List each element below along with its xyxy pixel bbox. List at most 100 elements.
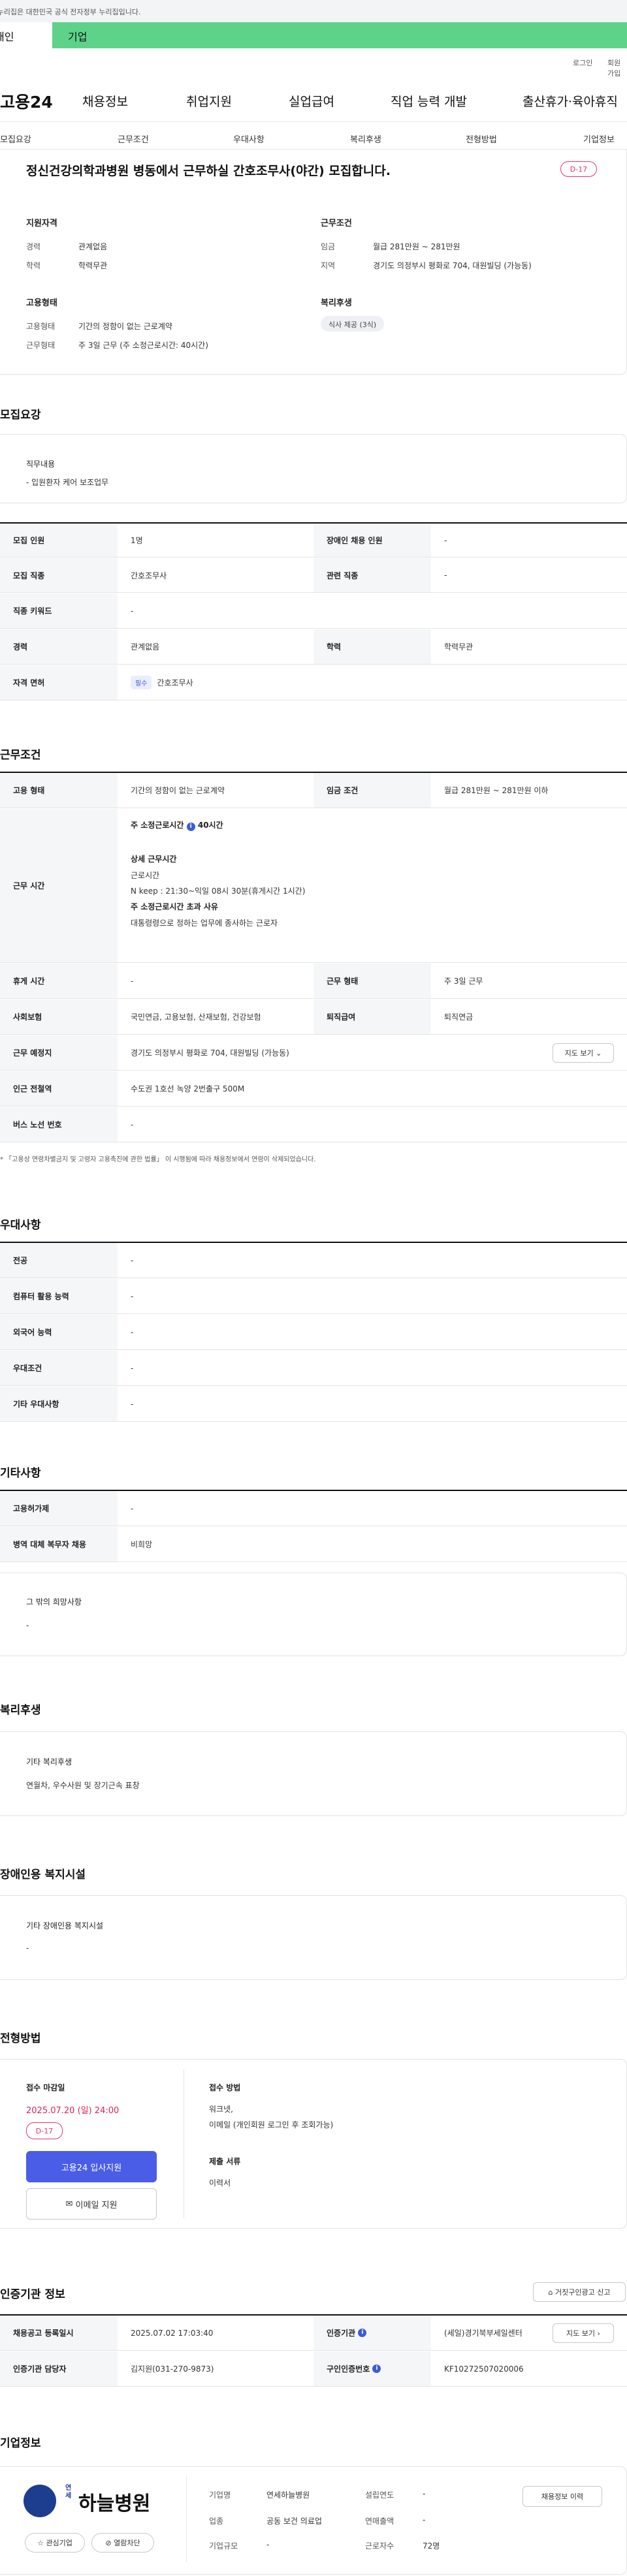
table-row: 외국어 능력 - [0, 1315, 627, 1350]
favorite-company-button[interactable]: ☆ 관심기업 [25, 2533, 85, 2552]
age-note: * 「고용상 연령차별금지 및 고령자 고용촉진에 관한 법률」 이 시행됨에 … [0, 1156, 316, 1163]
anchor-company[interactable]: 기업정보 [583, 133, 615, 145]
cert-map-button[interactable]: 지도 보기 › [553, 2323, 614, 2343]
email-apply-button[interactable]: ✉ 이메일 지원 [26, 2188, 157, 2220]
table-row: 우대조건 - [0, 1351, 627, 1386]
region-value: 경기도 의정부시 평화로 704, 대원빌딩 (가능동) [373, 261, 532, 270]
etc-wish-value: - [26, 1621, 29, 1630]
work-form-value: 주 3일 근무 (주 소정근로시간: 40시간) [78, 341, 208, 350]
td: 수도권 1호선 녹양 2번출구 500M [131, 1084, 245, 1093]
company-name-value: 연세하늘병원 [266, 2490, 310, 2500]
qual-title: 지원자격 [26, 219, 57, 228]
td: (세일)경기북부세일센터 [444, 2329, 522, 2338]
weekly-hours-label: 주 소정근로시간 i 40시간 [131, 821, 223, 831]
th: 모집 직종 [0, 558, 118, 592]
member-type-tabs [0, 22, 627, 48]
signup-link[interactable]: 회원가입 [607, 57, 627, 78]
th: 병역 대체 복무자 채용 [0, 1527, 118, 1562]
apply-button[interactable]: 고용24 입사지원 [26, 2151, 157, 2182]
report-fake-ad-button[interactable]: ⌂ 거짓구인광고 신고 [533, 2282, 626, 2302]
hiring-history-button[interactable]: 채용정보 이력 [522, 2486, 602, 2507]
th: 구인인증번호 i [314, 2351, 431, 2386]
th: 근무 예정지 [0, 1035, 118, 1070]
section-title-company: 기업정보 [0, 2437, 41, 2450]
td: - [131, 1503, 134, 1513]
section-title-disability: 장애인용 복지시설 [0, 1868, 86, 1881]
td: 김지원(031-270-9873) [131, 2364, 214, 2374]
gnb-vocational-training[interactable]: 직업 능력 개발 [391, 92, 467, 110]
td: - [131, 606, 134, 616]
company-divider [186, 2477, 187, 2562]
anchor-welfare[interactable]: 복리후생 [350, 133, 381, 145]
table-row: 휴게 시간 - 근무 형태 주 3일 근무 [0, 964, 627, 999]
td: - [131, 1255, 134, 1265]
anchor-work[interactable]: 근무조건 [118, 133, 149, 145]
info-icon[interactable]: i [372, 2364, 381, 2373]
th: 근무 시간 [0, 809, 118, 962]
work-form-label: 근무형태 [26, 341, 56, 350]
block-view-button[interactable]: ⊘ 열람차단 [91, 2533, 154, 2552]
table-row: 기타 우대사항 - [0, 1387, 627, 1422]
license-value: 간호조무사 [157, 678, 193, 687]
mail-icon: ✉ [65, 2199, 73, 2209]
td: - [444, 571, 447, 580]
th: 채용공고 등록일시 [0, 2316, 118, 2350]
region-label: 지역 [321, 261, 336, 270]
method-value-1: 워크넷, [209, 2105, 233, 2114]
gnb-employment-support[interactable]: 취업지원 [186, 92, 232, 110]
required-chip: 필수 [131, 676, 152, 689]
welfare-box-title: 기타 복리후생 [26, 1757, 72, 1767]
employee-count-value: 72명 [423, 2541, 440, 2551]
dday-badge: D-17 [560, 161, 597, 177]
benefit-title: 복리후생 [321, 298, 352, 308]
th: 외국어 능력 [0, 1315, 118, 1349]
job-desc-text: - 입원환자 케어 보조업무 [26, 478, 109, 487]
detail-hours-title: 상세 근무시간 [131, 855, 177, 864]
th: 휴게 시간 [0, 964, 118, 998]
table-row: 직종 키워드 - [0, 593, 627, 629]
table-row: 채용공고 등록일시 2025.07.02 17:03:40 인증기관 i (세일)… [0, 2316, 627, 2351]
gnb-jobs[interactable]: 채용정보 [82, 92, 128, 110]
method-label: 접수 방법 [209, 2083, 241, 2092]
td: - [131, 1399, 134, 1409]
th: 학력 [314, 629, 431, 664]
chevron-right-icon: › [597, 2329, 600, 2338]
site-logo[interactable]: 고용24 [0, 89, 53, 113]
anchor-apply[interactable]: 전형방법 [466, 133, 497, 145]
anchor-pref[interactable]: 우대사항 [233, 133, 265, 145]
anchor-recruit[interactable]: 모집요강 [0, 133, 31, 145]
company-name-label: 기업명 [209, 2490, 231, 2500]
th: 우대조건 [0, 1351, 118, 1385]
info-icon[interactable]: i [358, 2329, 367, 2337]
block-icon: ⊘ [105, 2538, 112, 2547]
disability-box-value: - [26, 1943, 29, 1953]
table-row: 모집 직종 간호조무사 관련 직종 - [0, 558, 627, 593]
section-title-apply: 전형방법 [0, 2032, 41, 2045]
employee-count-label: 근로자수 [365, 2541, 394, 2551]
tab-personal[interactable]: 개인 [0, 22, 52, 48]
td: 비희망 [131, 1540, 153, 1549]
company-logo-sub: 연세 [65, 2485, 72, 2500]
th: 경력 [0, 629, 118, 664]
login-link[interactable]: 로그인 [573, 57, 592, 68]
work-hours-value: N keep : 21:30~익일 08시 30분(휴게시간 1시간) [131, 887, 306, 896]
th: 인증기관 i [314, 2316, 431, 2350]
table-row: 병역 대체 복무자 채용 비희망 [0, 1527, 627, 1562]
tab-business[interactable]: 기업 [68, 28, 87, 44]
th: 근무 형태 [314, 964, 431, 998]
benefit-chip: 식사 제공 (3식) [321, 316, 385, 332]
gnb-unemployment-benefit[interactable]: 실업급여 [289, 92, 334, 110]
section-title-pref: 우대사항 [0, 1219, 41, 1232]
info-icon[interactable]: i [186, 823, 195, 831]
career-value: 관계없음 [78, 242, 108, 251]
disability-box-title: 기타 장애인용 복지시설 [26, 1921, 104, 1930]
table-row: 인근 전철역 수도권 1호선 녹양 2번출구 500M [0, 1071, 627, 1107]
cond-title: 근무조건 [321, 219, 352, 228]
industry-value: 공동 보건 의료업 [266, 2517, 322, 2526]
map-button[interactable]: 지도 보기 ⌄ [553, 1043, 614, 1063]
td: - [131, 1327, 134, 1337]
th: 컴퓨터 활용 능력 [0, 1279, 118, 1313]
td: 퇴직연금 [444, 1013, 474, 1022]
gnb-parental-leave[interactable]: 출산휴가·육아휴직 [522, 92, 618, 110]
td: - [131, 1120, 134, 1129]
